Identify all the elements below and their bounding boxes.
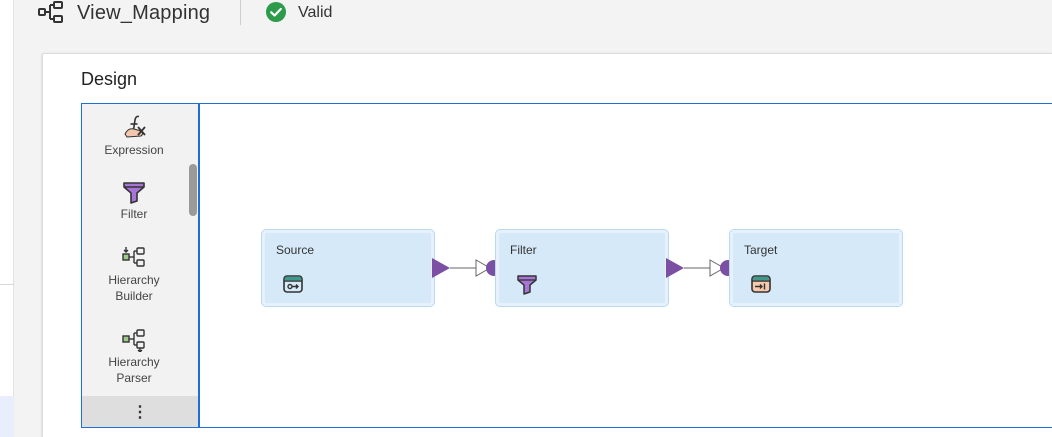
- palette-item-label: Hierarchy: [108, 273, 160, 287]
- palette-item-filter[interactable]: Filter: [82, 180, 186, 222]
- hierarchy-parser-icon: [122, 329, 145, 352]
- palette-scrollbar[interactable]: [189, 164, 197, 216]
- header-separator: [240, 0, 241, 25]
- palette-item-hierarchy-parser[interactable]: Hierarchy Parser: [82, 326, 186, 386]
- link-filter-target[interactable]: [666, 254, 736, 282]
- node-label: Filter: [510, 243, 537, 257]
- source-icon: [283, 275, 303, 293]
- filter-icon: [123, 182, 145, 204]
- palette-item-label: Builder: [115, 289, 153, 303]
- target-icon: [751, 275, 771, 293]
- design-title: Design: [81, 69, 138, 89]
- hierarchy-builder-icon: [122, 247, 145, 267]
- node-source[interactable]: Source: [261, 229, 435, 307]
- node-target[interactable]: Target: [729, 229, 903, 307]
- mapping-header: View_Mapping Valid: [14, 0, 1052, 28]
- design-panel: Design Expression Filter Hierarchy Build…: [42, 53, 1052, 437]
- left-nav-selected-item[interactable]: [0, 396, 14, 437]
- mapping-title: View_Mapping: [77, 2, 211, 24]
- palette-item-hierarchy-builder[interactable]: Hierarchy Builder: [82, 244, 186, 304]
- palette-item-expression[interactable]: Expression: [82, 114, 186, 158]
- transformation-palette: Expression Filter Hierarchy Builder Hier…: [82, 104, 200, 427]
- mapping-icon: [38, 1, 63, 23]
- design-area: Expression Filter Hierarchy Builder Hier…: [81, 103, 1052, 428]
- node-filter[interactable]: Filter: [495, 229, 669, 307]
- node-label: Source: [276, 243, 315, 257]
- palette-more-button[interactable]: ⋮: [82, 396, 198, 427]
- palette-item-label: Expression: [104, 143, 164, 157]
- palette-item-label: Filter: [120, 207, 148, 221]
- link-source-filter[interactable]: [432, 254, 502, 282]
- check-circle-icon: [266, 2, 286, 22]
- validation-status: Valid: [298, 4, 333, 21]
- node-label: Target: [744, 243, 778, 257]
- expression-icon: [124, 115, 146, 138]
- palette-item-label: Hierarchy: [108, 355, 160, 369]
- palette-item-label: Parser: [116, 371, 152, 385]
- filter-icon: [517, 275, 537, 295]
- mapping-canvas[interactable]: Source Filter Target: [200, 104, 1052, 427]
- left-nav-strip: [0, 0, 14, 437]
- left-nav-divider: [0, 284, 14, 285]
